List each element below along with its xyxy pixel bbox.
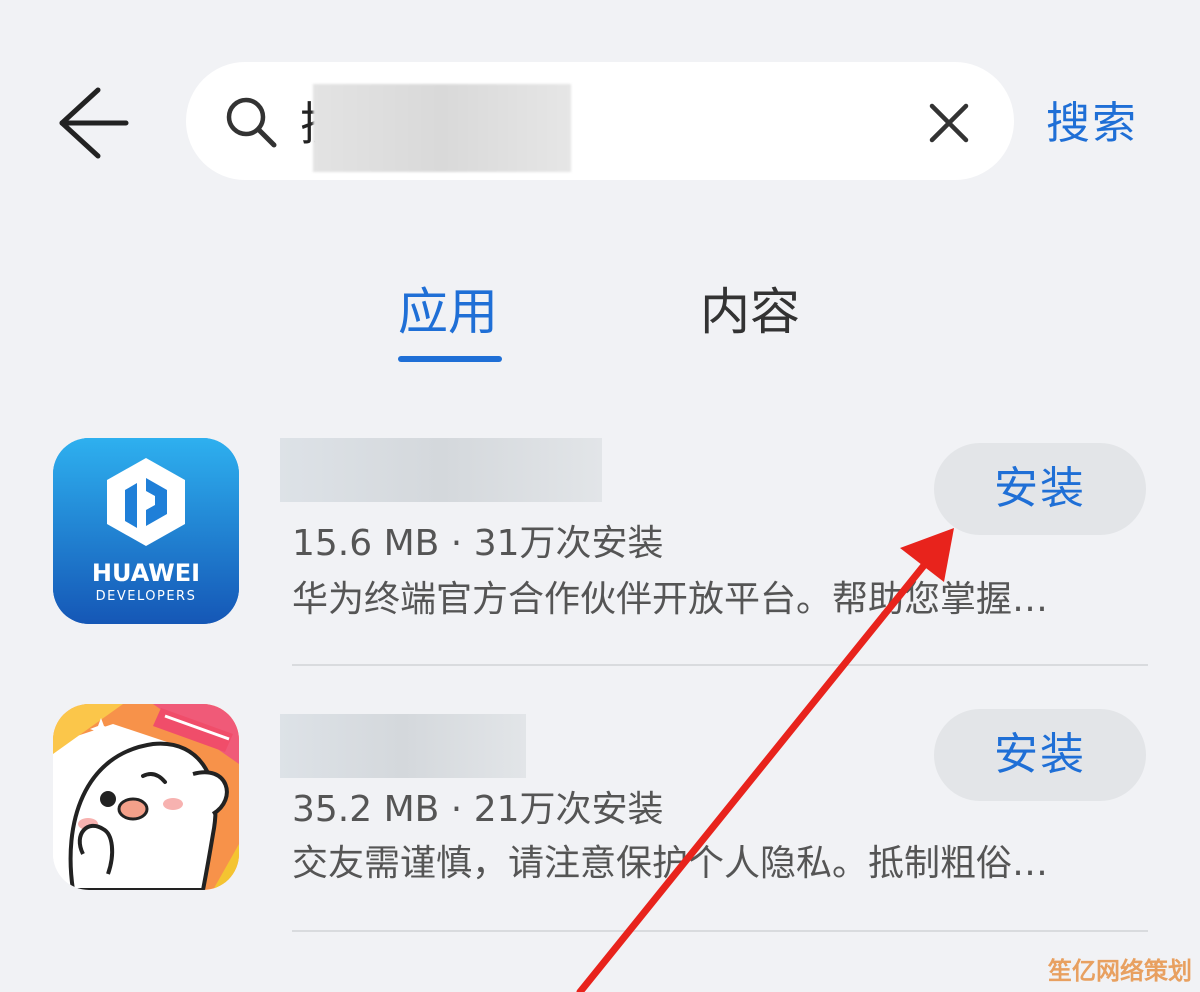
watermark: 笙亿网络策划 [1048,957,1192,985]
annotation-arrow [576,528,954,992]
